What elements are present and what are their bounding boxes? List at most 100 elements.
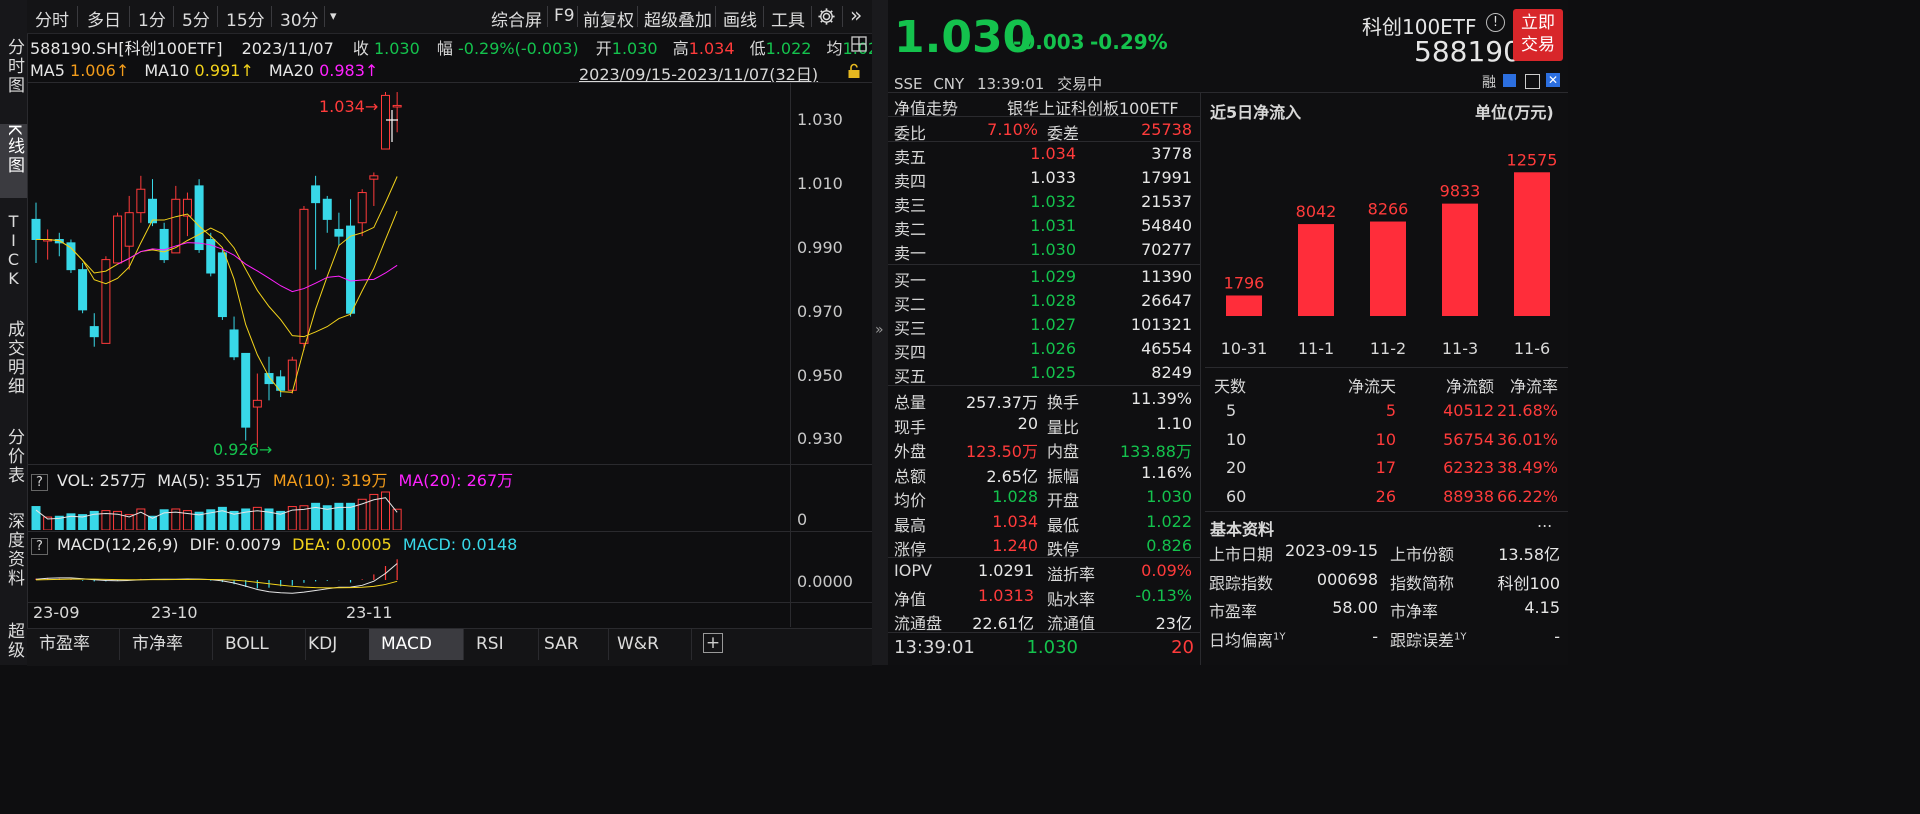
tab-rsi[interactable]: RSI [464,629,539,660]
help-icon[interactable]: ? [31,538,48,555]
macd-dif: DIF: 0.0079 [189,535,282,554]
trade-now-button[interactable]: 立即交易 [1513,9,1563,61]
stat-label: 最高 [894,515,927,535]
etf-stat-value: 22.61亿 [972,614,1034,633]
candle-body [252,399,262,408]
netflow-bar-value: 8266 [1368,200,1409,219]
netflow-bar-chart[interactable]: 1796 10-31 8042 11-1 8266 11-2 9833 11-3 12575 11… [1205,120,1568,365]
stat-label: 总额 [894,466,927,486]
period-15min[interactable]: 15分 [226,6,265,31]
macd-chart[interactable] [27,556,790,602]
price-change: -0.003 [1013,30,1085,54]
basic-info-label-text: 跟踪指数 [1209,573,1274,593]
candle-body [241,352,251,428]
bid-volume: 26647 [1141,291,1192,310]
composite-screen-button[interactable]: 综合屏 [491,6,542,31]
weicha-value: 25738 [1141,120,1192,139]
netflow-table-header: 天数 [1214,377,1247,396]
kline-date: 2023/11/07 [241,39,334,58]
candle-body [392,104,402,108]
stat-value: 20 [1017,413,1038,433]
ma-info-row: MA5 1.006↑ MA10 0.991↑ MA20 0.983↑ [30,61,378,80]
bid-volume: 101321 [1130,315,1192,334]
last-tick-volume: 20 [1171,637,1194,658]
side-nav-label: 分价表 [4,428,24,485]
basic-info-sup: 1Y [1454,631,1467,643]
side-nav-trades[interactable]: 成交明细 [0,320,27,396]
period-1min[interactable]: 1分 [138,6,166,31]
tools-button[interactable]: 工具 [771,6,805,31]
side-nav-timeshare[interactable]: 分时图 [0,38,27,95]
etf-stat-value: -0.13% [1135,585,1192,605]
change-label: 幅 [436,39,453,58]
netflow-bar-value: 1796 [1224,273,1265,292]
price-tick: 1.010 [797,174,843,193]
side-nav-depth[interactable]: 深度资料 [0,512,27,588]
bid-level-label: 买四 [894,343,927,362]
candlestick-chart[interactable] [27,82,790,464]
etf-stat-value: 23亿 [1155,614,1192,633]
add-indicator-icon[interactable]: + [703,633,723,653]
netflow-table-cell: 40512 [1443,401,1494,420]
tab-pb[interactable]: 市净率 [120,629,213,660]
period-30min[interactable]: 30分 [280,6,319,31]
tab-boll[interactable]: BOLL [213,629,306,660]
info-icon[interactable]: ! [1486,13,1505,32]
candle-body [89,326,99,338]
quote-time: 13:39:01 [976,75,1045,93]
close-icon[interactable]: ✕ [1546,73,1560,87]
candle-body [136,188,146,214]
candle-body [311,185,321,204]
edit-icon[interactable] [1503,74,1516,87]
basic-info-more[interactable]: ... [1537,512,1552,531]
expand-toolbar-icon[interactable]: » [850,3,862,27]
ask-level-label: 卖四 [894,172,927,191]
gear-icon[interactable] [817,7,836,31]
forward-adjust-button[interactable]: 前复权 [583,6,634,31]
ask-price: 1.034 [1030,144,1076,163]
high-marker-value: 1.034 [319,97,365,116]
tab-pe[interactable]: 市盈率 [27,629,120,660]
basic-info-label: 跟踪误差1Y [1390,627,1467,651]
period-more-dropdown[interactable]: ▾ [330,9,337,24]
side-nav-price-table[interactable]: 分价表 [0,428,27,485]
change-value: -0.29%(-0.003) [458,39,579,58]
trading-status: 交易中 [1057,75,1103,93]
panel-separator: » [872,0,888,665]
volume-chart[interactable] [27,488,790,530]
netflow-bar-category: 11-2 [1370,339,1406,358]
f9-button[interactable]: F9 [554,6,575,26]
side-nav-tick[interactable]: TICK [0,212,27,288]
side-nav-kline[interactable]: K线图 [0,124,27,198]
etf-stat-label: 溢折率 [1047,565,1096,584]
stat-label: 内盘 [1047,442,1080,461]
candle-body [78,269,88,311]
netflow-bar-value: 12575 [1507,150,1558,169]
tab-macd[interactable]: MACD [369,629,464,660]
lock-icon[interactable] [847,63,861,83]
tab-sar[interactable]: SAR [532,629,609,660]
side-nav-super[interactable]: 超级 [0,622,27,660]
period-5min[interactable]: 5分 [182,6,210,31]
collapse-panel-icon[interactable]: » [875,322,884,338]
window-toggle-icon[interactable] [851,36,867,56]
super-overlay-button[interactable]: 超级叠加 [644,6,712,31]
stat-value: 1.022 [1146,511,1192,531]
ask-price: 1.033 [1030,168,1076,187]
window-icon[interactable] [1525,74,1540,89]
tab-wr[interactable]: W&R [605,629,692,660]
stat-label: 开盘 [1047,491,1080,510]
etf-stat-label: IOPV [894,561,932,580]
period-multiday[interactable]: 多日 [87,6,121,31]
draw-line-button[interactable]: 画线 [723,6,757,31]
stat-label: 外盘 [894,442,927,461]
high-value: 1.034 [688,39,735,58]
tab-kdj[interactable]: KDJ [296,629,377,660]
volume-axis-zero: 0 [797,510,808,529]
netflow-table-header: 净流率 [1509,377,1558,396]
period-timeshare[interactable]: 分时 [35,6,69,31]
netflow-bar [1514,172,1550,316]
bid-level-label: 买三 [894,319,927,338]
basic-info-label: 上市日期 [1209,541,1273,565]
stat-label: 涨停 [894,540,927,559]
